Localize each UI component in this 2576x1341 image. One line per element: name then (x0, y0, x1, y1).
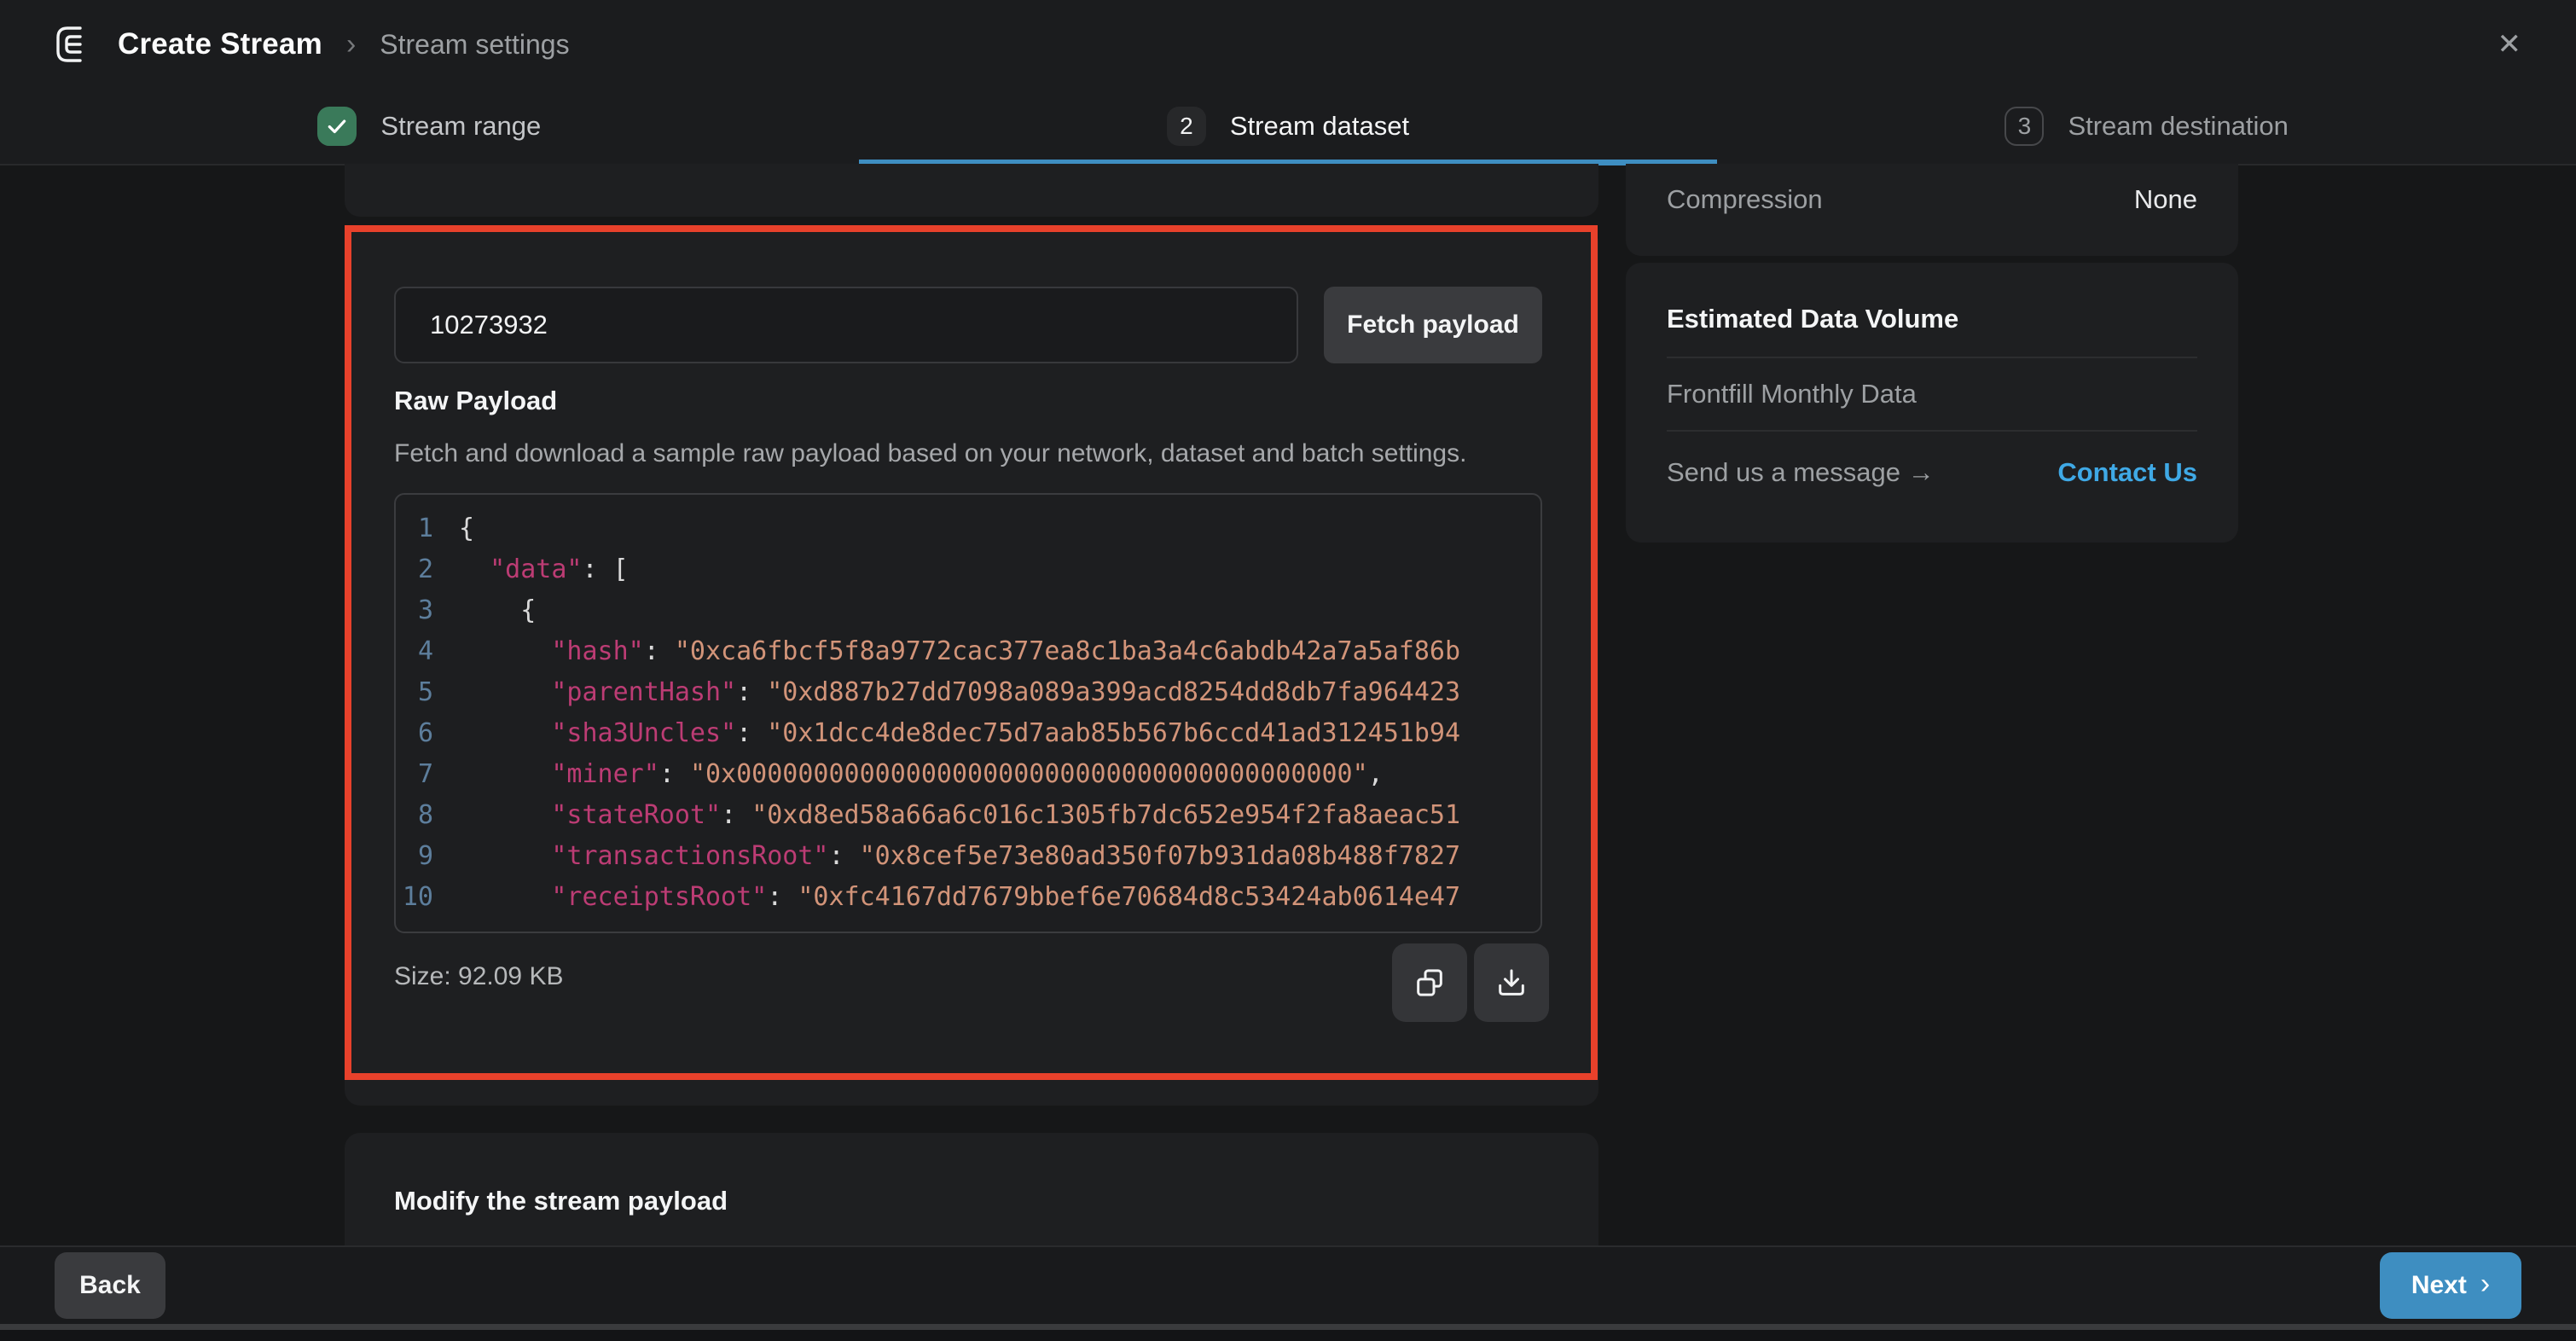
code-line: 6 "sha3Uncles": "0x1dcc4de8dec75d7aab85b… (396, 713, 1540, 754)
code-line-content: "miner": "0x0000000000000000000000000000… (459, 754, 1384, 795)
line-number: 8 (396, 795, 459, 836)
contact-row: Send us a message → Contact Us (1667, 432, 2197, 514)
download-icon (1494, 966, 1529, 1000)
line-number: 10 (396, 877, 459, 918)
create-stream-window: Create Stream › Stream settings ✕ Stream… (0, 0, 2576, 1341)
code-line-content: "stateRoot": "0xd8ed58a66a6c016c1305fb7d… (459, 795, 1460, 836)
estimate-title-row: Estimated Data Volume (1667, 263, 2197, 358)
stream-summary-card: Compression None (1626, 164, 2238, 256)
code-line: 9 "transactionsRoot": "0x8cef5e73e80ad35… (396, 836, 1540, 877)
line-number: 5 (396, 672, 459, 713)
step-number-badge: 3 (2005, 107, 2044, 146)
footer-bar: Back Next › (0, 1245, 2576, 1324)
copy-payload-button[interactable] (1392, 943, 1467, 1022)
code-line-content: "hash": "0xca6fbcf5f8a9772cac377ea8c1ba3… (459, 631, 1460, 672)
payload-code-viewer[interactable]: 1{2 "data": [3 {4 "hash": "0xca6fbcf5f8a… (394, 493, 1542, 933)
code-line: 1{ (396, 508, 1540, 549)
send-message-label: Send us a message → (1667, 457, 1935, 488)
line-number: 6 (396, 713, 459, 754)
next-button-label: Next (2411, 1271, 2467, 1300)
code-line: 8 "stateRoot": "0xd8ed58a66a6c016c1305fb… (396, 795, 1540, 836)
step-label: Stream destination (2068, 111, 2288, 142)
step-stream-destination[interactable]: 3 Stream destination (1717, 89, 2576, 164)
breadcrumb-page-title: Stream settings (380, 29, 569, 61)
step-stream-dataset[interactable]: 2 Stream dataset (859, 89, 1718, 164)
payload-size-label: Size: 92.09 KB (394, 962, 563, 991)
fetch-payload-button[interactable]: Fetch payload (1324, 287, 1542, 363)
scrolled-card-remnant (345, 164, 1598, 217)
line-number: 2 (396, 549, 459, 590)
code-line: 7 "miner": "0x00000000000000000000000000… (396, 754, 1540, 795)
line-number: 9 (396, 836, 459, 877)
line-number: 7 (396, 754, 459, 795)
stepper: Stream range 2 Stream dataset 3 Stream d… (0, 89, 2576, 165)
code-line-content: "receiptsRoot": "0xfc4167dd7679bbef6e706… (459, 877, 1460, 918)
step-number-badge: 2 (1167, 107, 1206, 146)
code-line-content: "transactionsRoot": "0x8cef5e73e80ad350f… (459, 836, 1460, 877)
raw-payload-title: Raw Payload (394, 386, 557, 416)
code-line: 4 "hash": "0xca6fbcf5f8a9772cac377ea8c1b… (396, 631, 1540, 672)
raw-payload-description: Fetch and download a sample raw payload … (394, 439, 1466, 468)
back-button[interactable]: Back (55, 1252, 165, 1319)
modify-payload-title: Modify the stream payload (394, 1186, 728, 1216)
app-title: Create Stream (118, 27, 322, 61)
logo-icon (55, 26, 96, 63)
line-number: 3 (396, 590, 459, 631)
code-line: 2 "data": [ (396, 549, 1540, 590)
estimate-title: Estimated Data Volume (1667, 304, 1958, 334)
line-number: 1 (396, 508, 459, 549)
download-payload-button[interactable] (1474, 943, 1549, 1022)
next-button[interactable]: Next › (2380, 1252, 2521, 1319)
code-line: 3 { (396, 590, 1540, 631)
compression-label: Compression (1667, 184, 1823, 215)
compression-row: Compression None (1667, 184, 2197, 215)
modify-payload-card: Modify the stream payload (345, 1133, 1598, 1247)
code-line-content: "data": [ (459, 549, 629, 590)
step-label: Stream dataset (1230, 111, 1409, 142)
close-icon[interactable]: ✕ (2498, 30, 2522, 59)
contact-us-link[interactable]: Contact Us (2057, 457, 2197, 488)
code-line: 5 "parentHash": "0xd887b27dd7098a089a399… (396, 672, 1540, 713)
copy-icon (1413, 966, 1447, 1000)
code-line-content: { (459, 590, 536, 631)
chevron-right-icon: › (2480, 1268, 2490, 1301)
window-bottom-edge (0, 1324, 2576, 1341)
line-number: 4 (396, 631, 459, 672)
code-line: 10 "receiptsRoot": "0xfc4167dd7679bbef6e… (396, 877, 1540, 918)
block-number-input[interactable] (394, 287, 1298, 363)
step-stream-range[interactable]: Stream range (0, 89, 859, 164)
step-label: Stream range (380, 111, 541, 142)
breadcrumb-chevron-icon: › (346, 28, 356, 61)
frontfill-row: Frontfill Monthly Data (1667, 358, 2197, 432)
code-line-content: { (459, 508, 474, 549)
top-bar: Create Stream › Stream settings ✕ (0, 0, 2576, 89)
frontfill-label: Frontfill Monthly Data (1667, 379, 1917, 409)
check-icon (317, 107, 357, 146)
estimated-data-volume-card: Estimated Data Volume Frontfill Monthly … (1626, 263, 2238, 543)
raw-payload-card: Fetch payload Raw Payload Fetch and down… (345, 227, 1598, 1106)
code-line-content: "sha3Uncles": "0x1dcc4de8dec75d7aab85b56… (459, 713, 1460, 754)
code-line-content: "parentHash": "0xd887b27dd7098a089a399ac… (459, 672, 1460, 713)
compression-value: None (2134, 184, 2197, 215)
